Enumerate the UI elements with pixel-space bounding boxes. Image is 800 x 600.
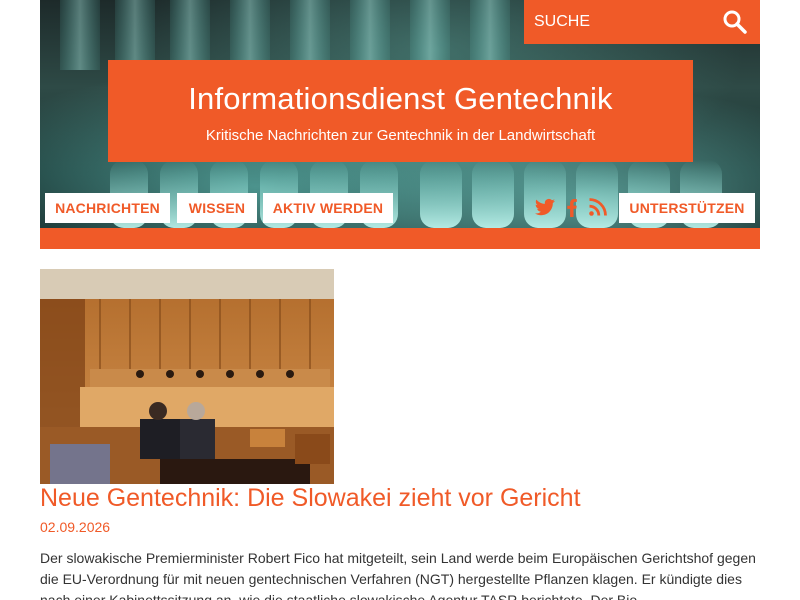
nav-item-aktiv-werden[interactable]: AKTIV WERDEN <box>263 193 393 223</box>
article-image-courtroom[interactable] <box>40 269 334 484</box>
header-accent-bar <box>40 228 760 249</box>
support-button[interactable]: UNTERSTÜTZEN <box>619 193 755 223</box>
search-bar <box>524 0 760 44</box>
site-title-box[interactable]: Informationsdienst Gentechnik Kritische … <box>108 60 693 162</box>
site-title[interactable]: Informationsdienst Gentechnik <box>108 81 693 117</box>
main-nav: NACHRICHTEN WISSEN AKTIV WERDEN UNTERSTÜ… <box>40 193 760 223</box>
header-banner: Informationsdienst Gentechnik Kritische … <box>40 0 760 249</box>
nav-item-wissen[interactable]: WISSEN <box>177 193 257 223</box>
rss-icon[interactable] <box>586 195 610 219</box>
search-input[interactable] <box>534 13 704 31</box>
article-teaser: Der slowakische Premierminister Robert F… <box>40 550 756 600</box>
article-title[interactable]: Neue Gentechnik: Die Slowakei zieht vor … <box>40 484 581 513</box>
site-subtitle: Kritische Nachrichten zur Gentechnik in … <box>205 127 596 144</box>
courtroom-photo <box>40 269 334 484</box>
twitter-icon[interactable] <box>533 195 557 219</box>
facebook-icon[interactable] <box>560 195 584 219</box>
article-date: 02.09.2026 <box>40 519 111 535</box>
search-icon[interactable] <box>722 9 748 35</box>
nav-item-nachrichten[interactable]: NACHRICHTEN <box>45 193 170 223</box>
